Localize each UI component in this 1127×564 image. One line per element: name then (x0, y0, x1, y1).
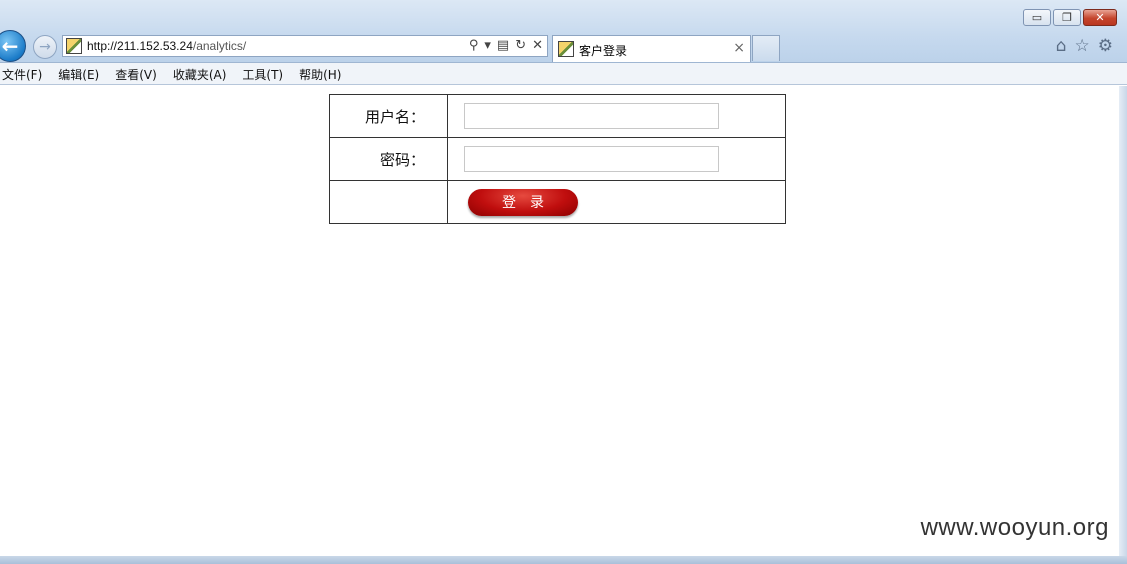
tab-close-icon[interactable]: × (733, 40, 745, 56)
url-host: http://211.152.53.24 (87, 39, 193, 53)
url-path: /analytics/ (192, 39, 247, 53)
password-label: 密码： (329, 137, 448, 181)
close-window-button[interactable]: ✕ (1083, 9, 1117, 26)
maximize-button[interactable]: ❐ (1053, 9, 1081, 26)
menu-favorites[interactable]: 收藏夹(A) (171, 63, 235, 84)
username-cell (447, 94, 786, 138)
new-tab-button[interactable] (752, 35, 780, 61)
stop-icon[interactable]: ✕ (532, 38, 543, 53)
password-cell (447, 137, 786, 181)
username-row: 用户名： (329, 94, 786, 138)
username-label: 用户名： (329, 94, 448, 138)
login-button[interactable]: 登录 (468, 188, 578, 216)
menu-bar: 文件(F) 编辑(E) 查看(V) 收藏夹(A) 工具(T) 帮助(H) (0, 63, 1127, 85)
dropdown-icon[interactable]: ▾ (484, 38, 491, 53)
site-favicon-icon (66, 38, 82, 54)
back-button[interactable]: ← (0, 30, 26, 62)
tab-active[interactable]: 客户登录 × (552, 35, 751, 62)
settings-gear-icon[interactable]: ⚙ (1098, 36, 1113, 56)
refresh-icon[interactable]: ↻ (515, 38, 526, 53)
password-input[interactable] (464, 146, 719, 172)
username-input[interactable] (464, 103, 719, 129)
submit-cell: 登录 (447, 180, 786, 224)
empty-cell (329, 180, 448, 224)
window-controls: ▭ ❐ ✕ (1023, 9, 1117, 26)
window-right-edge (1119, 86, 1127, 564)
browser-toolbar-right: ⌂ ☆ ⚙ (1056, 36, 1113, 56)
menu-view[interactable]: 查看(V) (113, 63, 165, 84)
password-row: 密码： (329, 137, 786, 181)
menu-tools[interactable]: 工具(T) (240, 63, 291, 84)
url-text[interactable]: http://211.152.53.24/analytics/ (87, 39, 246, 53)
favorites-star-icon[interactable]: ☆ (1075, 36, 1090, 56)
submit-row: 登录 (329, 180, 786, 224)
minimize-button[interactable]: ▭ (1023, 9, 1051, 26)
compat-icon[interactable]: ▤ (497, 38, 509, 53)
home-icon[interactable]: ⌂ (1056, 36, 1067, 56)
forward-button[interactable]: → (33, 35, 57, 59)
window-bottom-edge (0, 556, 1127, 564)
menu-edit[interactable]: 编辑(E) (56, 63, 107, 84)
tab-favicon-icon (558, 41, 574, 57)
menu-file[interactable]: 文件(F) (0, 63, 50, 84)
login-form-table: 用户名： 密码： 登录 (329, 94, 786, 224)
page-content: 用户名： 密码： 登录 www.wooyun.org (0, 86, 1119, 556)
tab-title: 客户登录 (579, 44, 628, 58)
watermark-text: www.wooyun.org (920, 514, 1109, 541)
address-bar[interactable]: http://211.152.53.24/analytics/ ⚲ ▾ ▤ ↻ … (62, 35, 548, 57)
address-bar-icons: ⚲ ▾ ▤ ↻ ✕ (469, 38, 543, 53)
browser-title-bar: ▭ ❐ ✕ ← → http://211.152.53.24/analytics… (0, 0, 1127, 63)
menu-help[interactable]: 帮助(H) (297, 63, 349, 84)
search-icon[interactable]: ⚲ (469, 38, 479, 53)
